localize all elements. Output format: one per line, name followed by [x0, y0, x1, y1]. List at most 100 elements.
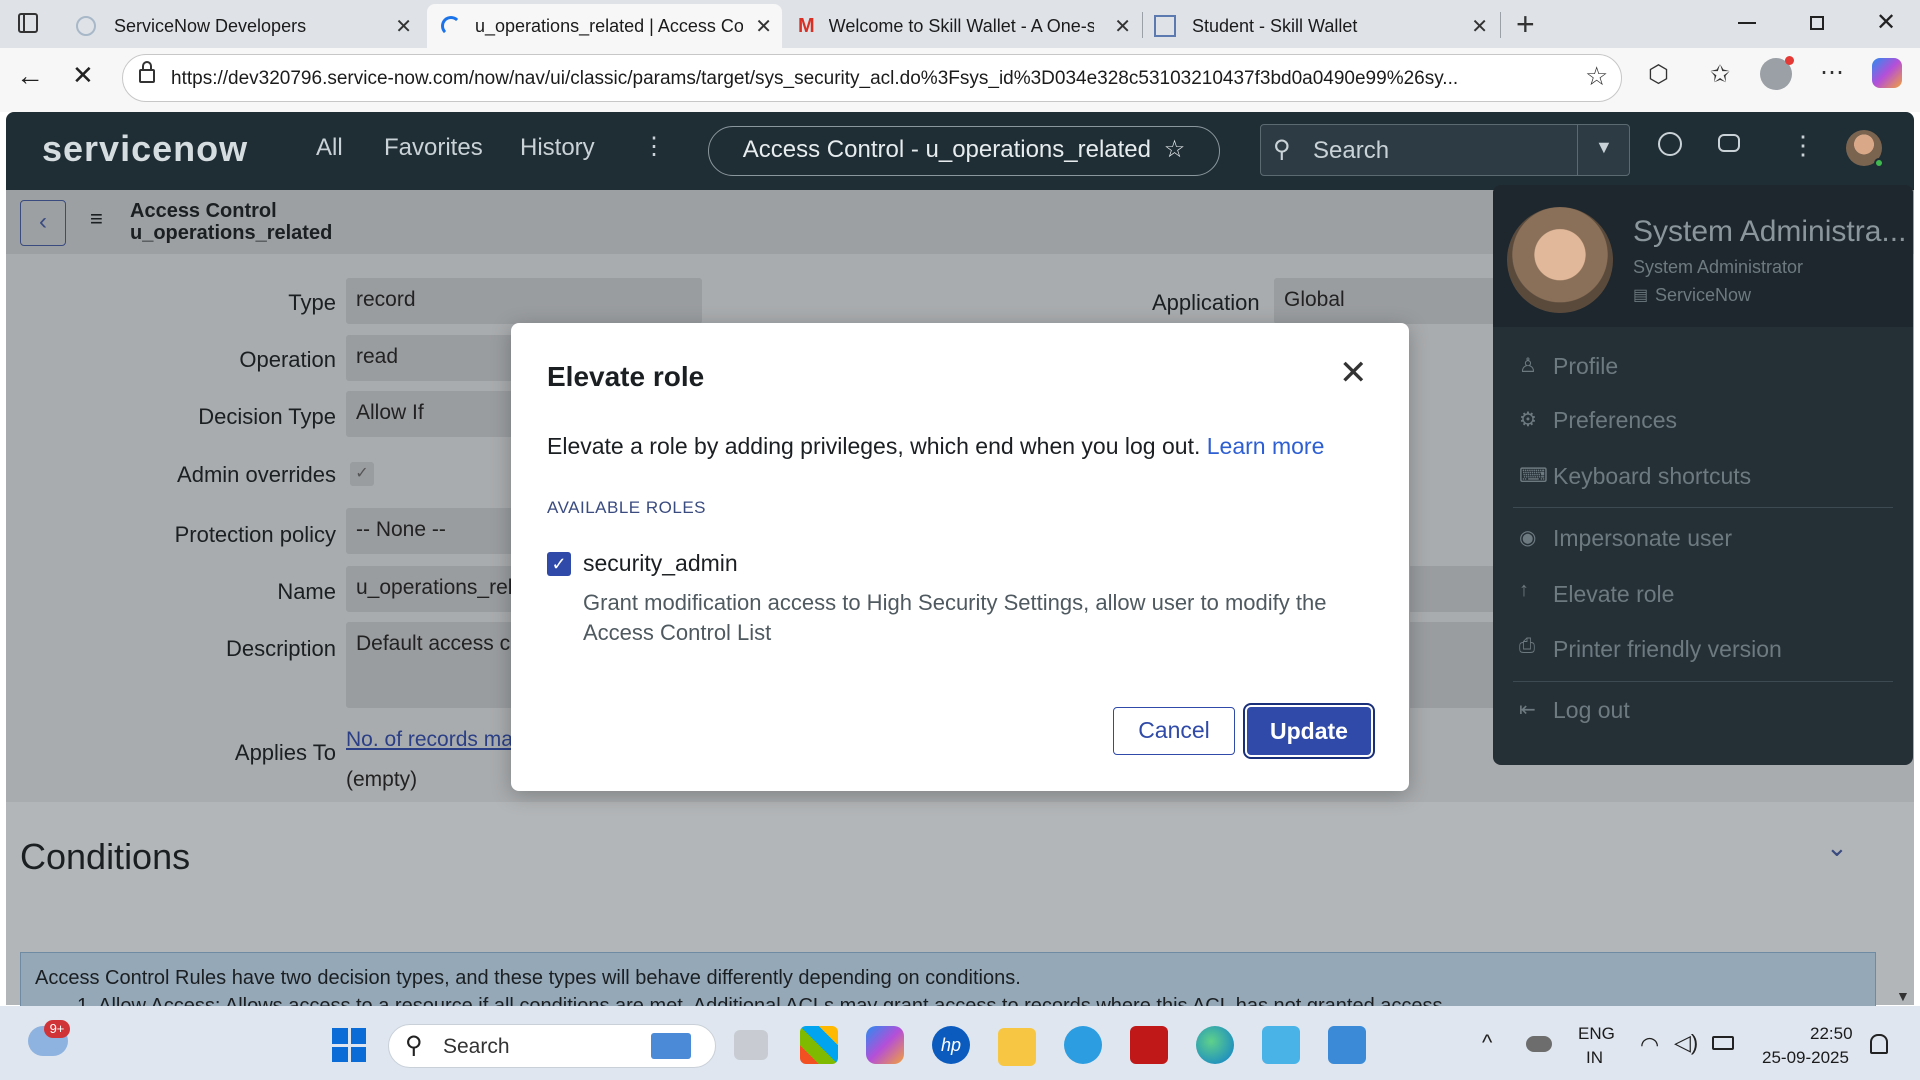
nav-more-icon[interactable]: ⋮	[642, 132, 666, 161]
stop-loading-icon[interactable]: ✕	[72, 60, 94, 91]
clock-time[interactable]: 22:50	[1810, 1024, 1853, 1044]
task-view-icon[interactable]	[734, 1030, 768, 1060]
back-arrow-icon[interactable]: ←	[16, 60, 44, 92]
favorite-star-icon[interactable]: ☆	[1585, 61, 1608, 92]
wifi-icon[interactable]: ◠	[1640, 1032, 1659, 1058]
role-name: security_admin	[583, 550, 738, 576]
name-label: Name	[277, 579, 336, 604]
show-hidden-icons[interactable]: ^	[1482, 1030, 1492, 1056]
menu-divider	[1513, 507, 1893, 508]
restore-icon[interactable]	[1810, 16, 1824, 30]
tab-separator	[1142, 12, 1143, 38]
menu-label: Elevate role	[1553, 581, 1675, 607]
microsoft-store-icon[interactable]	[800, 1026, 838, 1064]
decision-type-label: Decision Type	[198, 404, 336, 429]
notepad-icon[interactable]	[1262, 1026, 1300, 1064]
url-text: https://dev320796.service-now.com/now/na…	[171, 68, 1459, 89]
tab-servicenow-developers[interactable]: ServiceNow Developers ✕	[60, 4, 422, 48]
browser-profile-avatar[interactable]	[1760, 56, 1794, 90]
url-field[interactable]: https://dev320796.service-now.com/now/na…	[122, 54, 1622, 102]
photos-icon[interactable]	[1328, 1026, 1366, 1064]
records-matching-link[interactable]: No. of records mat	[346, 728, 519, 752]
tab-separator	[1500, 12, 1501, 38]
tab-close-icon[interactable]: ✕	[395, 14, 412, 39]
logout-icon: ⇤	[1519, 699, 1536, 721]
context-pill[interactable]: Access Control - u_operations_related ☆	[708, 126, 1220, 176]
more-menu-icon[interactable]: ⋯	[1820, 58, 1844, 87]
tab-student-skill-wallet[interactable]: Student - Skill Wallet ✕	[1146, 4, 1498, 48]
nav-history[interactable]: History	[520, 134, 595, 162]
tab-label: Student - Skill Wallet	[1192, 15, 1358, 36]
form-menu-icon[interactable]: ≡	[90, 206, 103, 232]
volume-icon[interactable]: ◁)	[1674, 1030, 1698, 1056]
close-icon[interactable]: ✕	[1339, 353, 1368, 393]
admin-overrides-checkbox[interactable]: ✓	[350, 462, 374, 486]
minimize-icon[interactable]	[1738, 22, 1756, 24]
user-avatar[interactable]	[1846, 130, 1884, 168]
file-explorer-icon[interactable]	[998, 1028, 1036, 1066]
nav-favorites[interactable]: Favorites	[384, 134, 483, 162]
user-name: System Administra...	[1633, 215, 1907, 248]
tab-close-icon[interactable]: ✕	[1471, 14, 1488, 39]
conditions-collapse-icon[interactable]: ⌄	[1826, 832, 1848, 863]
scroll-down-icon[interactable]: ▼	[1896, 988, 1910, 1004]
applies-to-value: (empty)	[346, 768, 418, 791]
type-field[interactable]: record	[346, 278, 702, 324]
servicenow-header: servicenow All Favorites History ⋮ Acces…	[6, 112, 1914, 190]
info-line-1: Access Control Rules have two decision t…	[35, 967, 1021, 989]
taskbar-search[interactable]: ⚲ Search	[388, 1024, 716, 1068]
application-field[interactable]: Global	[1274, 278, 1500, 324]
copilot-app-icon[interactable]	[866, 1026, 904, 1064]
update-button[interactable]: Update	[1243, 703, 1375, 759]
operation-label: Operation	[239, 347, 336, 372]
tab-close-icon[interactable]: ✕	[1114, 14, 1131, 39]
gear-icon: ⚙	[1519, 409, 1537, 431]
language-line-2: IN	[1586, 1048, 1603, 1067]
chevron-down-icon[interactable]: ▼	[1595, 137, 1613, 158]
hp-icon[interactable]: hp	[932, 1026, 970, 1064]
tab-favicon-icon	[76, 16, 96, 36]
protection-policy-label: Protection policy	[174, 522, 336, 547]
tab-label: u_operations_related | Access Con	[475, 15, 743, 36]
windows-taskbar: 9+ ⚲ Search hp ^ ENG IN ◠ ◁) 22:50 25-09…	[0, 1006, 1920, 1080]
clock-date[interactable]: 25-09-2025	[1762, 1048, 1849, 1068]
context-pill-label: Access Control - u_operations_related	[742, 136, 1152, 163]
start-icon[interactable]	[332, 1028, 366, 1062]
cancel-button[interactable]: Cancel	[1113, 707, 1235, 755]
keyboard-icon: ⌨	[1519, 465, 1548, 487]
taskbar-search-placeholder: Search	[443, 1035, 510, 1058]
chat-icon[interactable]	[1718, 134, 1740, 152]
security-admin-checkbox[interactable]: ✓	[547, 552, 571, 576]
extensions-icon[interactable]: ⬡	[1648, 60, 1669, 89]
tab-access-control[interactable]: u_operations_related | Access Con ✕	[427, 4, 782, 48]
notifications-icon[interactable]	[1870, 1034, 1888, 1054]
language-line-1[interactable]: ENG	[1578, 1024, 1615, 1044]
mcafee-icon[interactable]	[1130, 1026, 1168, 1064]
edge-icon[interactable]	[1196, 1026, 1234, 1064]
star-icon[interactable]: ☆	[1164, 136, 1186, 163]
learn-more-link[interactable]: Learn more	[1207, 433, 1325, 459]
elevate-role-dialog: Elevate role ✕ Elevate a role by adding …	[511, 323, 1409, 791]
global-search[interactable]: ⚲ Search ▼	[1260, 124, 1630, 176]
eye-icon: ◉	[1519, 527, 1537, 549]
tab-actions-icon[interactable]	[18, 13, 38, 33]
back-button[interactable]: ‹	[20, 200, 66, 246]
close-window-icon[interactable]: ✕	[1876, 8, 1896, 37]
copilot-icon[interactable]	[1872, 58, 1902, 88]
onedrive-icon[interactable]	[1526, 1036, 1552, 1052]
globe-icon[interactable]	[1658, 132, 1682, 156]
tab-close-icon[interactable]: ✕	[755, 14, 772, 39]
help-icon[interactable]	[1064, 1026, 1102, 1064]
nav-all[interactable]: All	[316, 134, 343, 162]
admin-overrides-label: Admin overrides	[177, 462, 336, 487]
servicenow-logo[interactable]: servicenow	[42, 128, 248, 170]
search-icon: ⚲	[1273, 136, 1291, 163]
tab-skill-wallet-welcome[interactable]: M Welcome to Skill Wallet - A One-s ✕	[786, 4, 1141, 48]
breadcrumb-subtitle: u_operations_related	[130, 222, 333, 244]
header-more-icon[interactable]: ⋮	[1790, 130, 1816, 161]
battery-icon[interactable]	[1712, 1036, 1734, 1050]
user-menu: System Administra... System Administrato…	[1493, 185, 1913, 765]
new-tab-icon[interactable]: +	[1516, 6, 1535, 43]
application-label: Application	[1152, 290, 1260, 315]
favorites-bar-icon[interactable]: ✩	[1710, 60, 1730, 89]
